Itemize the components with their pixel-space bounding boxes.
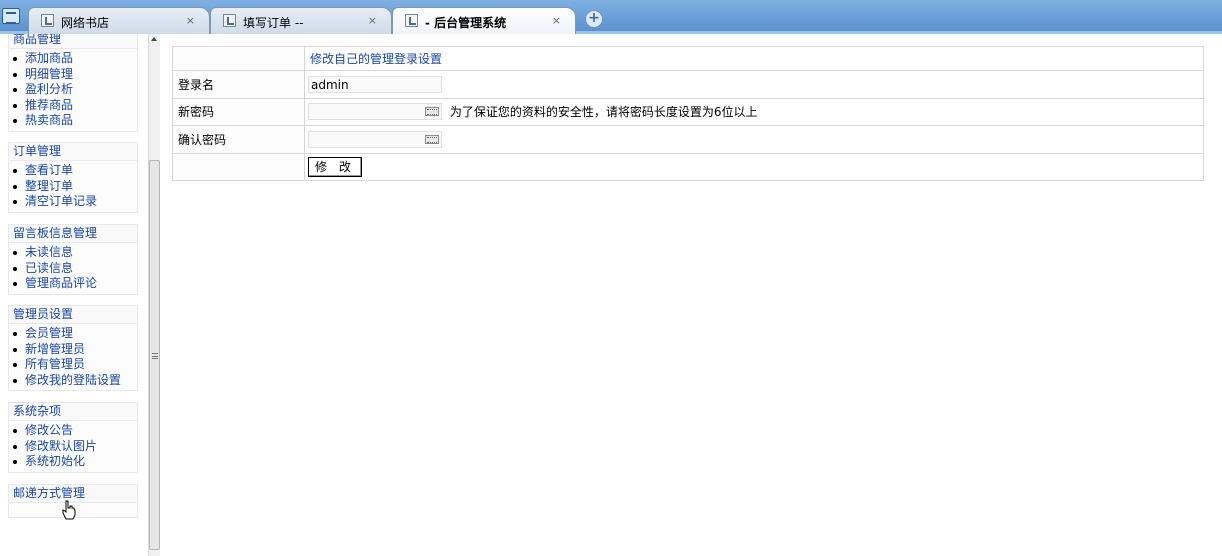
sidebar-group-title: 管理员设置 [8, 305, 138, 323]
grip-icon [152, 353, 158, 359]
tab-order[interactable]: 填写订单 -- × [210, 7, 392, 34]
sidebar: 商品管理 添加商品 明细管理 盈利分析 推荐商品 热卖商品 订单管理 查看订单 … [0, 34, 148, 556]
sidebar-group-admins: 管理员设置 会员管理 新增管理员 所有管理员 修改我的登陆设置 [8, 305, 138, 391]
sidebar-group-title: 系统杂项 [8, 402, 138, 420]
sidebar-item-view-orders[interactable]: 查看订单 [9, 163, 137, 179]
tab-admin[interactable]: - 后台管理系统 × [392, 7, 576, 34]
keyboard-icon[interactable] [425, 134, 439, 144]
sidebar-item-organize-orders[interactable]: 整理订单 [9, 179, 137, 195]
scroll-up-arrow-icon[interactable] [151, 37, 157, 41]
sidebar-group-title: 商品管理 [8, 34, 138, 48]
sidebar-scrollbar[interactable] [148, 34, 160, 556]
sidebar-item-all-admins[interactable]: 所有管理员 [9, 357, 137, 373]
browser-menu-icon[interactable] [2, 8, 20, 24]
new-password-field[interactable] [308, 103, 442, 121]
tab-bookstore[interactable]: 网络书店 × [28, 7, 210, 34]
page-icon [41, 14, 54, 27]
sidebar-item-announcement[interactable]: 修改公告 [9, 423, 137, 439]
confirm-password-label: 确认密码 [172, 125, 305, 154]
sidebar-item-clear-orders[interactable]: 清空订单记录 [9, 194, 137, 210]
sidebar-group-messages: 留言板信息管理 未读信息 已读信息 管理商品评论 [8, 224, 138, 295]
close-icon[interactable]: × [552, 14, 561, 27]
keyboard-icon[interactable] [425, 107, 439, 117]
sidebar-item-add-product[interactable]: 添加商品 [9, 51, 137, 67]
hand-cursor-icon [62, 500, 76, 520]
sidebar-group-products: 商品管理 添加商品 明细管理 盈利分析 推荐商品 热卖商品 [8, 34, 138, 132]
sidebar-group-title: 留言板信息管理 [8, 224, 138, 242]
page-icon [405, 14, 418, 27]
sidebar-item-hot[interactable]: 热卖商品 [9, 113, 137, 129]
scrollbar-thumb[interactable] [149, 160, 160, 550]
login-name-label: 登录名 [172, 70, 305, 99]
submit-button[interactable]: 修 改 [308, 156, 362, 177]
new-password-label: 新密码 [172, 97, 305, 126]
sidebar-item-new-admin[interactable]: 新增管理员 [9, 342, 137, 358]
main-content: 修改自己的管理登录设置 登录名 admin 新密码 为了保证您的资料的安全性，请… [160, 34, 1222, 556]
login-name-field[interactable]: admin [308, 75, 442, 93]
tab-label: 网络书店 [61, 16, 110, 30]
close-icon[interactable]: × [368, 14, 377, 27]
sidebar-item-detail[interactable]: 明细管理 [9, 67, 137, 83]
confirm-password-field[interactable] [308, 130, 442, 148]
sidebar-group-title: 订单管理 [8, 142, 138, 160]
browser-tab-bar: 网络书店 × 填写订单 -- × - 后台管理系统 × + [0, 0, 1222, 34]
new-tab-button[interactable]: + [585, 10, 603, 28]
sidebar-item-unread[interactable]: 未读信息 [9, 245, 137, 261]
page-icon [223, 14, 236, 27]
password-hint: 为了保证您的资料的安全性，请将密码长度设置为6位以上 [449, 105, 758, 120]
tab-label: - 后台管理系统 [425, 16, 507, 30]
sidebar-item-profit[interactable]: 盈利分析 [9, 82, 137, 98]
sidebar-group-orders: 订单管理 查看订单 整理订单 清空订单记录 [8, 142, 138, 213]
sidebar-item-recommend[interactable]: 推荐商品 [9, 98, 137, 114]
sidebar-item-members[interactable]: 会员管理 [9, 326, 137, 342]
form-caption: 修改自己的管理登录设置 [310, 52, 443, 66]
sidebar-item-read[interactable]: 已读信息 [9, 261, 137, 277]
submit-empty-cell [172, 152, 305, 181]
sidebar-group-system: 系统杂项 修改公告 修改默认图片 系统初始化 [8, 402, 138, 473]
header-empty-cell [172, 46, 305, 71]
sidebar-item-init[interactable]: 系统初始化 [9, 454, 137, 470]
close-icon[interactable]: × [186, 14, 195, 27]
sidebar-item-reviews[interactable]: 管理商品评论 [9, 276, 137, 292]
tab-label: 填写订单 -- [243, 16, 304, 30]
sidebar-item-default-image[interactable]: 修改默认图片 [9, 439, 137, 455]
sidebar-item-my-login-settings[interactable]: 修改我的登陆设置 [9, 373, 137, 389]
login-settings-form: 修改自己的管理登录设置 登录名 admin 新密码 为了保证您的资料的安全性，请… [172, 46, 1204, 181]
